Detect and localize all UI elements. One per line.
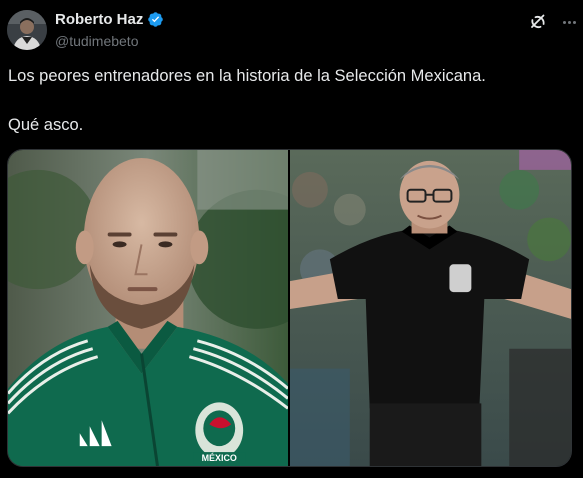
user-avatar-icon [7, 10, 47, 50]
tweet-text-line-1: Los peores entrenadores en la historia d… [8, 67, 486, 85]
tweet-card: Roberto Haz @tudimebeto Los peores entre… [0, 0, 583, 478]
grok-button[interactable] [528, 12, 548, 32]
avatar[interactable] [7, 10, 47, 50]
media-grid: MÉXICO [7, 149, 572, 467]
photo-coach-black-shirt-icon [290, 150, 571, 466]
author-handle[interactable]: @tudimebeto [55, 33, 138, 49]
photo-left[interactable]: MÉXICO [8, 150, 288, 466]
photo-right[interactable] [290, 150, 571, 466]
author-name-row: Roberto Haz [55, 11, 164, 28]
display-name[interactable]: Roberto Haz [55, 11, 143, 28]
photo-bald-man-green-jacket-icon: MÉXICO [8, 150, 288, 466]
jacket-crest-text: MÉXICO [202, 453, 237, 463]
tweet-text: Los peores entrenadores en la historia d… [8, 66, 568, 136]
grok-icon [531, 14, 545, 29]
more-options-button[interactable] [560, 12, 578, 32]
more-options-icon [562, 20, 566, 24]
tweet-text-line-2: Qué asco. [8, 116, 84, 134]
verified-badge-icon [148, 12, 164, 27]
